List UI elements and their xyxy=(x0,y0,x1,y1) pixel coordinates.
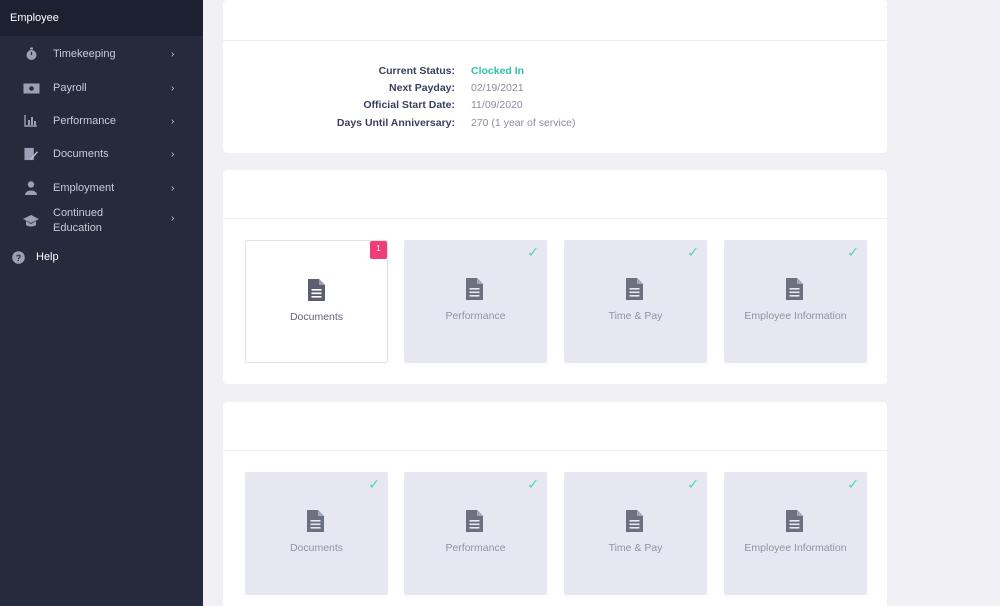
sidebar-item-documents[interactable]: Documents › xyxy=(0,145,203,163)
tile-label: Employee Information xyxy=(744,310,847,322)
chevron-right-icon: › xyxy=(171,182,175,194)
sidebar-item-continued-education[interactable]: Continued Education › xyxy=(0,205,203,237)
document-icon xyxy=(308,279,325,301)
chevron-right-icon: › xyxy=(171,148,175,160)
sidebar-item-label: Documents xyxy=(53,147,109,160)
sidebar-item-payroll[interactable]: Payroll › xyxy=(0,79,203,97)
tile-label: Time & Pay xyxy=(608,310,663,322)
next-payday-value: 02/19/2021 xyxy=(471,82,524,94)
chevron-right-icon: › xyxy=(171,213,175,224)
current-status-value: Clocked In xyxy=(471,65,525,77)
notification-badge: 1 xyxy=(370,241,387,259)
tile-performance[interactable]: Performance ✓ xyxy=(404,472,547,595)
document-edit-icon xyxy=(24,147,38,161)
document-icon xyxy=(626,510,643,532)
tasks-card: Documents 1 Performance ✓ Time & Pay ✓ E… xyxy=(223,170,887,384)
sidebar-item-performance[interactable]: Performance › xyxy=(0,112,203,130)
chevron-right-icon: › xyxy=(171,82,175,94)
document-icon xyxy=(626,278,643,300)
checkmark-icon: ✓ xyxy=(527,476,539,492)
document-icon xyxy=(786,278,803,300)
tile-label: Documents xyxy=(289,542,344,554)
tile-documents[interactable]: Documents 1 xyxy=(245,240,388,363)
graduation-cap-icon xyxy=(23,214,39,228)
bar-chart-icon xyxy=(24,114,38,128)
sidebar-title: Employee xyxy=(0,0,203,36)
tile-label: Employee Information xyxy=(744,542,847,554)
tile-label: Performance xyxy=(445,310,506,322)
divider xyxy=(223,218,887,219)
tile-documents[interactable]: Documents ✓ xyxy=(245,472,388,595)
checkmark-icon: ✓ xyxy=(847,476,859,492)
sidebar-item-employment[interactable]: Employment › xyxy=(0,179,203,197)
tile-employee-information[interactable]: Employee Information ✓ xyxy=(724,472,867,595)
sidebar-item-timekeeping[interactable]: Timekeeping › xyxy=(0,45,203,63)
sidebar: Employee Timekeeping › Payroll › Perform… xyxy=(0,0,203,606)
tile-label: Performance xyxy=(445,542,506,554)
person-icon xyxy=(24,181,38,195)
days-anniversary-value: 270 (1 year of service) xyxy=(471,117,576,129)
tile-label: Documents xyxy=(289,311,344,323)
tile-performance[interactable]: Performance ✓ xyxy=(404,240,547,363)
document-icon xyxy=(786,510,803,532)
divider xyxy=(223,450,887,451)
tile-label: Time & Pay xyxy=(608,542,663,554)
start-date-row: Official Start Date: 11/09/2020 xyxy=(223,99,887,116)
document-icon xyxy=(307,510,324,532)
svg-text:?: ? xyxy=(15,253,21,263)
stopwatch-icon xyxy=(24,47,38,61)
divider xyxy=(223,40,887,41)
checkmark-icon: ✓ xyxy=(368,476,380,492)
tile-time-and-pay[interactable]: Time & Pay ✓ xyxy=(564,472,707,595)
start-date-label: Official Start Date: xyxy=(363,99,455,111)
current-status-label: Current Status: xyxy=(378,65,455,77)
sidebar-item-label: Continued Education xyxy=(53,207,104,234)
tile-time-and-pay[interactable]: Time & Pay ✓ xyxy=(564,240,707,363)
checkmark-icon: ✓ xyxy=(687,244,699,260)
chevron-right-icon: › xyxy=(171,48,175,60)
checkmark-icon: ✓ xyxy=(687,476,699,492)
sidebar-item-label: Employment xyxy=(53,181,115,194)
tile-employee-information[interactable]: Employee Information ✓ xyxy=(724,240,867,363)
next-payday-label: Next Payday: xyxy=(389,82,455,94)
document-icon xyxy=(466,278,483,300)
next-payday-row: Next Payday: 02/19/2021 xyxy=(223,82,887,99)
current-status-row: Current Status: Clocked In xyxy=(223,65,887,82)
document-icon xyxy=(466,510,483,532)
checkmark-icon: ✓ xyxy=(847,244,859,260)
sidebar-item-label: Timekeeping xyxy=(53,47,116,60)
status-card: Current Status: Clocked In Next Payday: … xyxy=(223,0,887,153)
checkmark-icon: ✓ xyxy=(527,244,539,260)
days-anniversary-label: Days Until Anniversary: xyxy=(336,117,455,129)
question-circle-icon: ? xyxy=(11,250,25,264)
cash-icon xyxy=(22,81,40,95)
chevron-right-icon: › xyxy=(171,115,175,127)
sidebar-item-label: Payroll xyxy=(53,81,87,94)
sidebar-item-help[interactable]: ? Help xyxy=(0,248,203,266)
help-label: Help xyxy=(36,250,59,263)
completed-card: Documents ✓ Performance ✓ Time & Pay ✓ E… xyxy=(223,402,887,606)
days-anniversary-row: Days Until Anniversary: 270 (1 year of s… xyxy=(223,117,887,134)
start-date-value: 11/09/2020 xyxy=(471,99,523,111)
sidebar-item-label: Performance xyxy=(53,114,116,127)
